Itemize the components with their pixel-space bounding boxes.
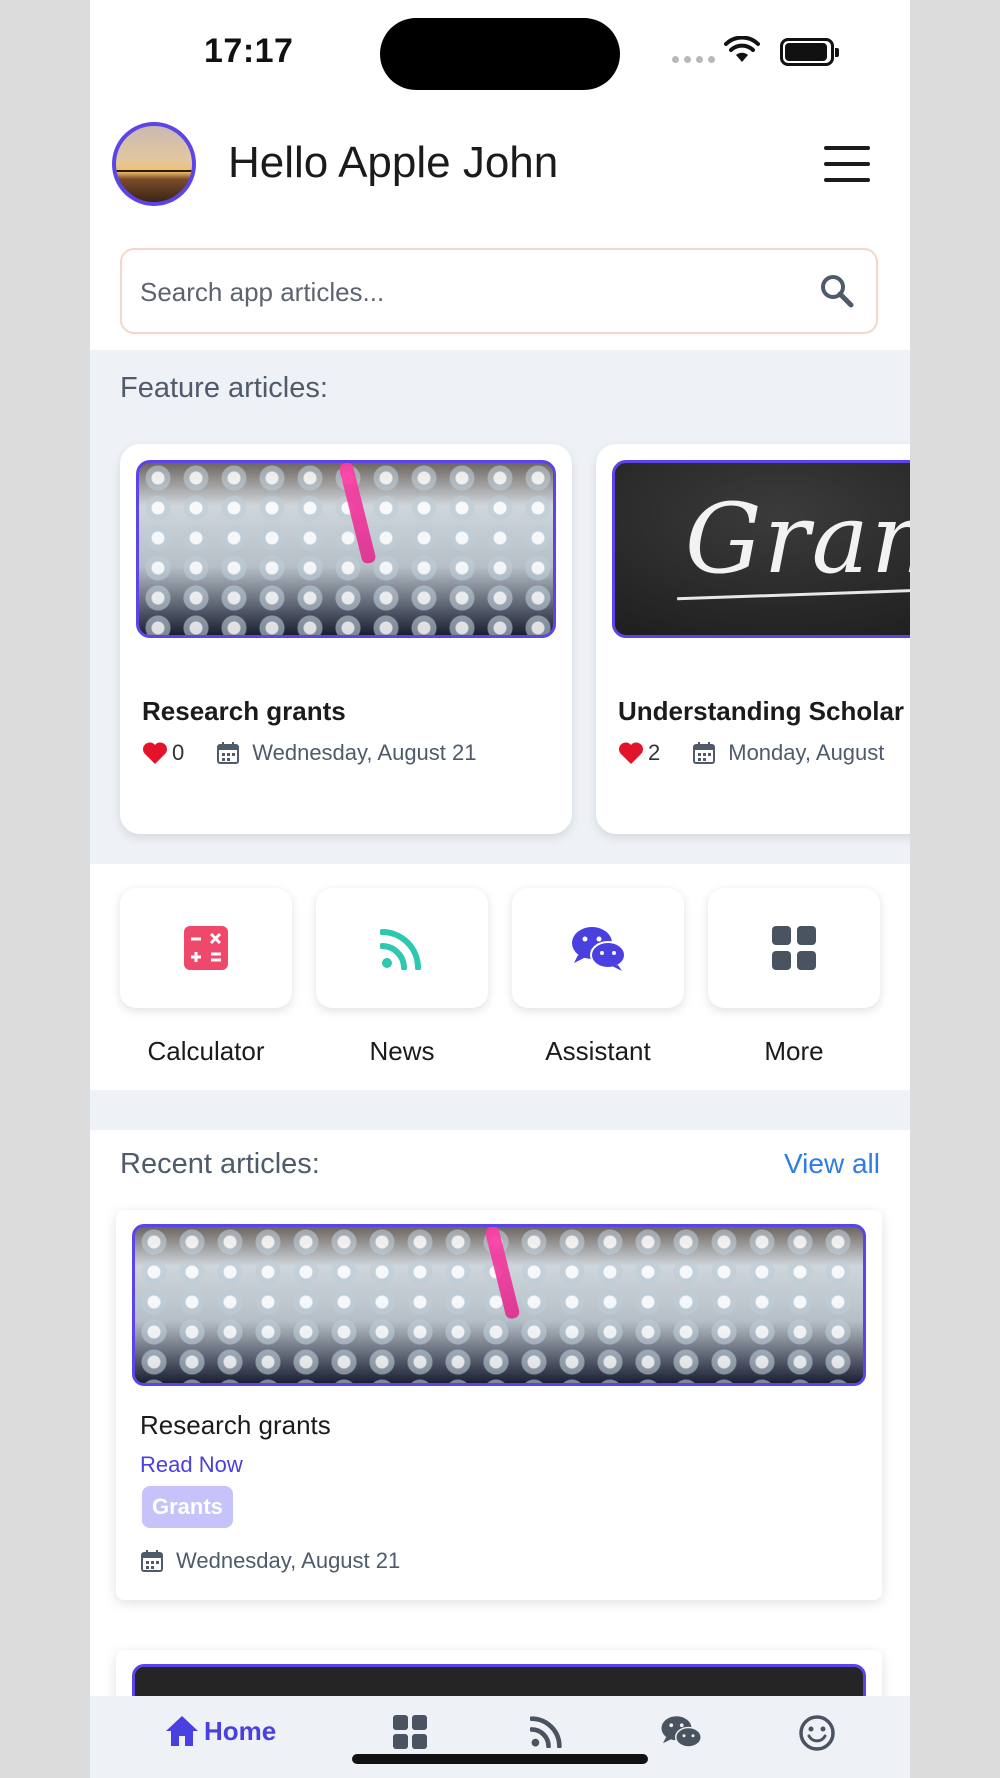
- article-date: Wednesday, August 21: [176, 1548, 401, 1573]
- grid-icon: [772, 926, 816, 970]
- nav-categories[interactable]: [392, 1714, 428, 1750]
- nav-home-label: Home: [204, 1715, 277, 1746]
- chat-icon: [572, 927, 626, 971]
- article-title: Research grants: [142, 696, 346, 726]
- status-time: 17:17: [204, 32, 294, 70]
- like-count: 0: [172, 740, 185, 765]
- calendar-icon: [693, 742, 716, 764]
- bottom-navigation: Home: [90, 1696, 910, 1778]
- view-all-link[interactable]: View all: [784, 1148, 880, 1180]
- news-button[interactable]: News: [316, 888, 488, 1067]
- heart-icon[interactable]: [618, 741, 644, 765]
- calendar-icon: [141, 1550, 163, 1572]
- article-meta: Wednesday, August 21: [140, 1548, 400, 1574]
- status-bar: 17:17: [90, 0, 910, 100]
- rss-icon: [530, 1716, 562, 1748]
- image-caption: Gran: [685, 483, 910, 595]
- quick-action-label: News: [369, 1036, 435, 1066]
- grid-icon: [393, 1715, 427, 1749]
- home-indicator: [352, 1754, 648, 1764]
- calendar-icon: [217, 742, 240, 764]
- article-meta: 0 Wednesday, August 21: [142, 740, 476, 766]
- quick-action-tile[interactable]: [708, 888, 880, 1008]
- more-button[interactable]: More: [708, 888, 880, 1067]
- recent-articles-title: Recent articles:: [120, 1148, 320, 1180]
- quick-action-label: Calculator: [147, 1036, 265, 1066]
- nav-home[interactable]: Home: [164, 1714, 276, 1748]
- article-title: Understanding Scholar: [618, 696, 905, 726]
- like-count: 2: [648, 740, 661, 765]
- search-icon[interactable]: [818, 272, 856, 310]
- heart-icon[interactable]: [142, 741, 168, 765]
- feature-articles-section: Feature articles: Research grants 0 Wedn…: [90, 350, 910, 864]
- feature-card[interactable]: Gran Understanding Scholar 2 Monday, Aug…: [596, 444, 910, 834]
- quick-action-label: More: [764, 1036, 824, 1066]
- recent-article-card[interactable]: Research grants Read Now Grants Wednesda…: [116, 1210, 882, 1600]
- search-placeholder: Search app articles...: [140, 277, 385, 307]
- nav-assistant[interactable]: [660, 1714, 702, 1750]
- battery-icon: [780, 38, 839, 66]
- cellular-signal-icon: [672, 56, 715, 63]
- avatar[interactable]: [112, 122, 196, 206]
- search-input[interactable]: Search app articles...: [120, 248, 878, 334]
- assistant-button[interactable]: Assistant: [512, 888, 684, 1067]
- wifi-icon: [724, 36, 760, 62]
- article-title: Research grants: [140, 1410, 331, 1440]
- article-meta: 2 Monday, August: [618, 740, 884, 766]
- feature-articles-title: Feature articles:: [120, 372, 328, 404]
- nav-news[interactable]: [530, 1714, 564, 1748]
- article-image: [136, 460, 556, 638]
- home-icon: [166, 1716, 198, 1746]
- greeting-text: Hello Apple John: [228, 138, 559, 187]
- quick-action-tile[interactable]: [512, 888, 684, 1008]
- category-tag[interactable]: Grants: [142, 1486, 233, 1528]
- header: Hello Apple John Search app articles...: [90, 100, 910, 350]
- article-image: Gran: [612, 460, 910, 638]
- article-date: Monday, August: [728, 740, 885, 765]
- article-date: Wednesday, August 21: [252, 740, 477, 765]
- read-now-link[interactable]: Read Now: [140, 1452, 243, 1478]
- app-screen: 17:17 Hello Apple John Search app articl…: [90, 0, 910, 1778]
- smiley-icon: [799, 1715, 835, 1751]
- feature-card[interactable]: Research grants 0 Wednesday, August 21: [120, 444, 572, 834]
- quick-actions: Calculator News Assistant More: [90, 864, 910, 1090]
- quick-action-tile[interactable]: [120, 888, 292, 1008]
- calculator-button[interactable]: Calculator: [120, 888, 292, 1067]
- quick-action-label: Assistant: [545, 1036, 651, 1066]
- calculator-icon: [184, 926, 228, 970]
- dynamic-island: [380, 18, 620, 90]
- chat-icon: [661, 1716, 702, 1748]
- recent-articles-section: Recent articles: View all Research grant…: [90, 1130, 910, 1778]
- nav-profile[interactable]: [798, 1714, 836, 1752]
- quick-action-tile[interactable]: [316, 888, 488, 1008]
- rss-icon: [380, 929, 421, 970]
- hamburger-menu-icon[interactable]: [824, 146, 870, 182]
- article-image: [132, 1224, 866, 1386]
